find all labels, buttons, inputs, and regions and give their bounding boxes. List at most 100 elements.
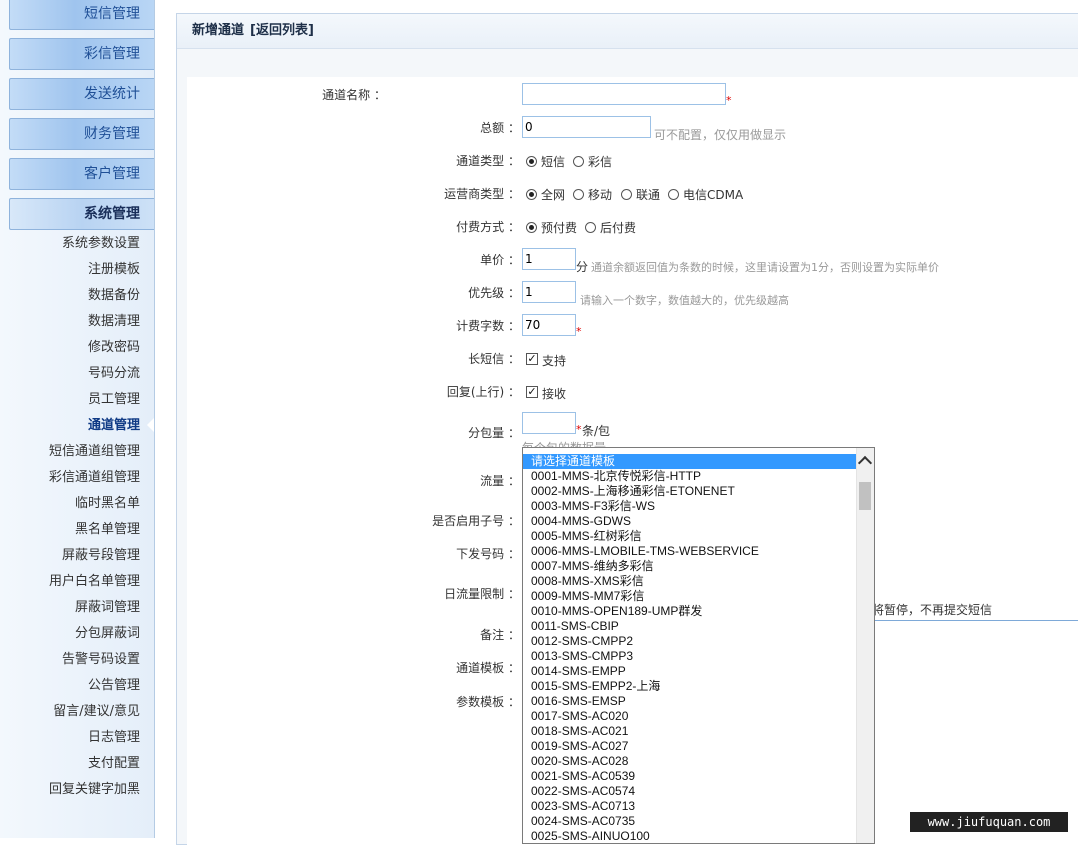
sidebar-item-alert-numbers[interactable]: 告警号码设置 [62, 651, 140, 669]
sidebar-item-log-management[interactable]: 日志管理 [88, 729, 140, 747]
dropdown-option[interactable]: 0003-MMS-F3彩信-WS [523, 499, 856, 514]
remark-label: 备注 ： [480, 628, 520, 642]
dropdown-option[interactable]: 0015-SMS-EMPP2-上海 [523, 679, 856, 694]
dropdown-option[interactable]: 0021-SMS-AC0539 [523, 769, 856, 784]
dropdown-option[interactable]: 请选择通道模板 [523, 454, 856, 469]
dropdown-option[interactable]: 0007-MMS-维纳多彩信 [523, 559, 856, 574]
dropdown-option[interactable]: 0009-MMS-MM7彩信 [523, 589, 856, 604]
carrier-telecom-radio[interactable] [668, 189, 679, 200]
type-mms-label: 彩信 [588, 155, 613, 169]
panel-header: 新增通道 [返回列表] [177, 14, 1078, 49]
unit-price-input[interactable] [522, 248, 576, 270]
pay-prepaid-radio[interactable] [526, 222, 537, 233]
sidebar-item-user-whitelist[interactable]: 用户白名单管理 [49, 573, 140, 591]
carrier-all-radio[interactable] [526, 189, 537, 200]
dropdown-option[interactable]: 0002-MMS-上海移通彩信-ETONENET [523, 484, 856, 499]
sidebar-item-reply-keyword-blacklist[interactable]: 回复关键字加黑 [49, 781, 140, 799]
dropdown-option[interactable]: 0017-SMS-AC020 [523, 709, 856, 724]
scrollbar-thumb[interactable] [859, 482, 871, 510]
dropdown-option[interactable]: 0011-SMS-CBIP [523, 619, 856, 634]
dropdown-option[interactable]: 0020-SMS-AC028 [523, 754, 856, 769]
sidebar-item-data-backup[interactable]: 数据备份 [88, 287, 140, 305]
reply-upstream-label: 回复(上行) ： [446, 385, 520, 399]
dropdown-options: 请选择通道模板 0001-MMS-北京传悦彩信-HTTP 0002-MMS-上海… [523, 454, 856, 843]
type-sms-radio[interactable] [526, 156, 537, 167]
dropdown-option[interactable]: 0005-MMS-红树彩信 [523, 529, 856, 544]
type-mms-radio[interactable] [573, 156, 584, 167]
sidebar-item-temp-blacklist[interactable]: 临时黑名单 [75, 495, 140, 513]
carrier-mobile-radio[interactable] [573, 189, 584, 200]
dropdown-option[interactable]: 0010-MMS-OPEN189-UMP群发 [523, 604, 856, 619]
scroll-up-arrow-icon[interactable] [857, 455, 873, 471]
reply-receive-label: 接收 [542, 387, 567, 401]
carrier-mobile-label: 移动 [588, 188, 613, 202]
nav-finance-management[interactable]: 财务管理 [9, 118, 154, 150]
carrier-all-label: 全网 [541, 188, 566, 202]
required-mark: * [576, 325, 582, 338]
dropdown-option[interactable]: 0001-MMS-北京传悦彩信-HTTP [523, 469, 856, 484]
channel-template-dropdown[interactable]: 请选择通道模板 0001-MMS-北京传悦彩信-HTTP 0002-MMS-上海… [522, 447, 875, 844]
sidebar-item-channel-management[interactable]: 通道管理 [88, 417, 140, 435]
sidebar-item-register-template[interactable]: 注册模板 [88, 261, 140, 279]
total-input[interactable] [522, 116, 651, 138]
nav-customer-management[interactable]: 客户管理 [9, 158, 154, 190]
dropdown-option[interactable]: 0012-SMS-CMPP2 [523, 634, 856, 649]
sidebar-item-sms-channel-group[interactable]: 短信通道组管理 [49, 443, 140, 461]
packet-size-input[interactable] [522, 412, 576, 434]
dropdown-option[interactable]: 0006-MMS-LMOBILE-TMS-WEBSERVICE [523, 544, 856, 559]
required-mark: * [726, 94, 732, 107]
sidebar-item-system-params[interactable]: 系统参数设置 [62, 235, 140, 253]
channel-template-label: 通道模板 ： [456, 661, 520, 675]
sidebar-item-staff-management[interactable]: 员工管理 [88, 391, 140, 409]
dropdown-option[interactable]: 0016-SMS-EMSP [523, 694, 856, 709]
nav-sms-management[interactable]: 短信管理 [9, 0, 154, 30]
dropdown-option[interactable]: 0004-MMS-GDWS [523, 514, 856, 529]
dropdown-option[interactable]: 0024-SMS-AC0735 [523, 814, 856, 829]
remark-field-border [852, 620, 1078, 621]
dropdown-option[interactable]: 0025-SMS-AINUO100 [523, 829, 856, 843]
long-sms-label: 长短信 ： [468, 352, 520, 366]
dropdown-option[interactable]: 0018-SMS-AC021 [523, 724, 856, 739]
channel-name-input[interactable] [522, 83, 726, 105]
sidebar-item-payment-config[interactable]: 支付配置 [88, 755, 140, 773]
dropdown-option[interactable]: 0008-MMS-XMS彩信 [523, 574, 856, 589]
sidebar-item-feedback[interactable]: 留言/建议/意见 [53, 703, 140, 721]
sidebar-item-data-cleanup[interactable]: 数据清理 [88, 313, 140, 331]
nav-mms-management[interactable]: 彩信管理 [9, 38, 154, 70]
channel-type-label: 通道类型 ： [456, 154, 520, 168]
dropdown-option[interactable]: 0019-SMS-AC027 [523, 739, 856, 754]
dropdown-scrollbar[interactable] [856, 448, 874, 843]
sidebar-item-number-routing[interactable]: 号码分流 [88, 365, 140, 383]
charge-chars-input[interactable] [522, 314, 576, 336]
dropdown-option[interactable]: 0013-SMS-CMPP3 [523, 649, 856, 664]
active-item-indicator [147, 418, 154, 432]
watermark: www.jiufuquan.com [910, 812, 1068, 832]
channel-name-label: 通道名称 ： [322, 88, 386, 102]
dropdown-option[interactable]: 0014-SMS-EMPP [523, 664, 856, 679]
pay-postpaid-label: 后付费 [600, 221, 637, 235]
long-sms-checkbox[interactable]: ✓ [526, 353, 538, 365]
carrier-unicom-radio[interactable] [621, 189, 632, 200]
enable-subnumber-label: 是否启用子号 ： [432, 514, 520, 528]
sidebar-item-packet-blocked-words[interactable]: 分包屏蔽词 [75, 625, 140, 643]
reply-upstream-checkbox[interactable]: ✓ [526, 386, 538, 398]
payment-method-label: 付费方式 ： [456, 220, 520, 234]
carrier-telecom-label: 电信CDMA [683, 188, 744, 202]
long-sms-support-label: 支持 [542, 354, 567, 368]
sidebar-item-announcements[interactable]: 公告管理 [88, 677, 140, 695]
sidebar-item-blacklist[interactable]: 黑名单管理 [75, 521, 140, 539]
packet-size-label: 分包量 ： [468, 426, 520, 440]
nav-system-management[interactable]: 系统管理 [9, 198, 154, 230]
daily-flow-limit-label: 日流量限制 ： [444, 587, 520, 601]
send-number-label: 下发号码 ： [456, 547, 520, 561]
sidebar-item-blocked-words[interactable]: 屏蔽词管理 [75, 599, 140, 617]
priority-input[interactable] [522, 281, 576, 303]
sidebar-item-blocked-number-segments[interactable]: 屏蔽号段管理 [62, 547, 140, 565]
sidebar-item-change-password[interactable]: 修改密码 [88, 339, 140, 357]
back-to-list-link[interactable]: [返回列表] [250, 23, 314, 38]
unit-price-hint: 通道余额返回值为条数的时候，这里请设置为1分，否则设置为实际单价 [591, 261, 939, 274]
dropdown-option[interactable]: 0022-SMS-AC0574 [523, 784, 856, 799]
dropdown-option[interactable]: 0023-SMS-AC0713 [523, 799, 856, 814]
sidebar-item-mms-channel-group[interactable]: 彩信通道组管理 [49, 469, 140, 487]
pay-postpaid-radio[interactable] [585, 222, 596, 233]
